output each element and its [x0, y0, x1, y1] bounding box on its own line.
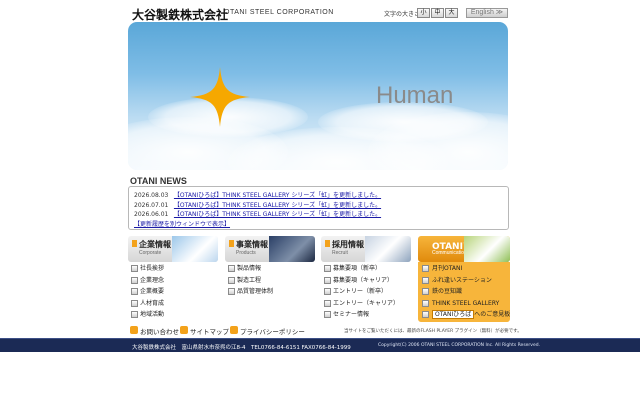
menu-item[interactable]: 企業理念 — [130, 276, 164, 288]
news-date: 2026.08.03 — [134, 192, 169, 199]
products-menu: 製品情報 製造工程 品質管理体制 — [227, 264, 273, 299]
square-bullet-icon — [324, 276, 331, 284]
news-item: 2026.07.01 【OTANIひろば】THINK STEEL GALLERY… — [134, 200, 381, 209]
news-heading: OTANI NEWS — [130, 176, 187, 186]
recruit-menu: 募集要項（新卒） 募集要項（キャリア） エントリー（新卒） エントリー（キャリア… — [323, 264, 399, 322]
company-english-name: OTANI STEEL CORPORATION — [224, 9, 334, 16]
square-bullet-icon — [324, 265, 331, 272]
news-link[interactable]: 【OTANIひろば】THINK STEEL GALLERY シリーズ「虹」を更新… — [174, 192, 381, 199]
menu-item[interactable]: 人材育成 — [130, 299, 164, 311]
news-link[interactable]: 【OTANIひろば】THINK STEEL GALLERY シリーズ「虹」を更新… — [174, 211, 381, 218]
news-item: 2026.06.01 【OTANIひろば】THINK STEEL GALLERY… — [134, 209, 381, 218]
panel-photo — [365, 236, 411, 262]
menu-item[interactable]: 製品情報 — [227, 264, 273, 276]
square-bullet-icon — [422, 299, 429, 307]
panel-recruit-header[interactable]: 採用情報 Recruit — [321, 236, 411, 262]
site-header: 大谷製鉄株式会社 OTANI STEEL CORPORATION 文字の大きさ … — [130, 6, 510, 22]
hero-caption: Human — [376, 82, 454, 109]
square-bullet-icon — [131, 311, 138, 318]
menu-item[interactable]: 品質管理体制 — [227, 287, 273, 299]
square-bullet-icon — [324, 311, 331, 318]
panel-subtitle: Recruit — [332, 250, 348, 256]
square-bullet-icon — [422, 311, 429, 318]
orange-tab-icon — [229, 240, 234, 247]
square-bullet-icon — [422, 265, 429, 272]
square-bullet-icon — [228, 276, 235, 284]
sitemap-link[interactable]: サイトマップ — [180, 326, 229, 336]
menu-item[interactable]: エントリー（キャリア） — [323, 299, 399, 311]
square-bullet-icon — [131, 299, 138, 307]
highlight-label: OTANIひろば — [432, 310, 475, 319]
orange-tab-icon — [325, 240, 330, 247]
square-bullet-icon — [422, 288, 429, 295]
panel-title: 事業情報 — [236, 240, 268, 249]
contact-link[interactable]: お問い合わせ — [130, 326, 179, 336]
panel-subtitle: Products — [236, 250, 256, 256]
menu-item[interactable]: THINK STEEL GALLERY — [418, 299, 510, 311]
copyright: Copyright(C) 2006 OTANI STEEL CORPORATIO… — [378, 343, 541, 348]
panel-title: 採用情報 — [332, 240, 364, 249]
opinion-board-item[interactable]: OTANIひろば へのご意見板 — [418, 310, 510, 322]
news-item: 2026.08.03 【OTANIひろば】THINK STEEL GALLERY… — [134, 190, 381, 199]
menu-item[interactable]: 製造工程 — [227, 276, 273, 288]
menu-item[interactable]: 社長挨拶 — [130, 264, 164, 276]
panel-corporate-header[interactable]: 企業情報 Corporate — [128, 236, 218, 262]
english-site-button[interactable]: English ≫ — [466, 8, 508, 18]
flash-player-note: 当サイトをご覧いただくには、最新のFLASH PLAYER プラグイン（無料）が… — [344, 329, 522, 334]
opinion-board-label: へのご意見板 — [474, 311, 511, 318]
square-bullet-icon — [228, 288, 235, 295]
panel-subtitle: Corporate — [139, 250, 162, 256]
square-bullet-icon — [131, 276, 138, 284]
news-date: 2026.07.01 — [134, 202, 169, 209]
news-link[interactable]: 【OTANIひろば】THINK STEEL GALLERY シリーズ「虹」を更新… — [174, 202, 381, 209]
panel-title: 企業情報 — [139, 240, 171, 249]
square-bullet-icon — [131, 288, 138, 295]
menu-item[interactable]: 企業概要 — [130, 287, 164, 299]
font-size-label: 文字の大きさ — [384, 11, 421, 18]
menu-item[interactable]: 募集要項（新卒） — [323, 264, 399, 276]
menu-item[interactable]: 地域活動 — [130, 310, 164, 322]
font-size-large-button[interactable]: 大 — [445, 8, 458, 18]
panel-communication-header[interactable]: OTANIひろば Communication — [418, 236, 510, 262]
square-bullet-icon — [324, 299, 331, 307]
corporate-menu: 社長挨拶 企業理念 企業概要 人材育成 地域活動 — [130, 264, 164, 322]
company-logo[interactable]: 大谷製鉄株式会社 — [132, 6, 228, 23]
sitemap-icon — [180, 326, 188, 334]
menu-item[interactable]: セミナー情報 — [323, 310, 399, 322]
menu-item[interactable]: 鉄の豆知識 — [418, 287, 510, 299]
panel-products-header[interactable]: 事業情報 Products — [225, 236, 315, 262]
privacy-icon — [230, 326, 238, 334]
square-bullet-icon — [324, 288, 331, 295]
communication-menu: 月刊OTANI ふれ逢いステーション 鉄の豆知識 THINK STEEL GAL… — [418, 262, 510, 322]
menu-item[interactable]: 月刊OTANI — [418, 264, 510, 276]
panel-photo — [464, 236, 510, 262]
footer-bar: 大谷製鉄株式会社 富山県射水市奈呉の江8-4 TEL0766-84-6151 F… — [0, 338, 640, 352]
panel-photo — [269, 236, 315, 262]
hero-banner: Human — [128, 22, 508, 170]
font-size-medium-button[interactable]: 中 — [431, 8, 444, 18]
panel-photo — [172, 236, 218, 262]
mail-icon — [130, 326, 138, 334]
footer-links: お問い合わせ サイトマップ プライバシーポリシー 当サイトをご覧いただくには、最… — [128, 326, 522, 336]
font-size-small-button[interactable]: 小 — [417, 8, 430, 18]
news-list: 2026.08.03 【OTANIひろば】THINK STEEL GALLERY… — [128, 186, 509, 230]
privacy-link[interactable]: プライバシーポリシー — [230, 326, 305, 336]
menu-item[interactable]: 募集要項（キャリア） — [323, 276, 399, 288]
orange-tab-icon — [132, 240, 137, 247]
square-bullet-icon — [228, 265, 235, 272]
menu-item[interactable]: ふれ逢いステーション — [418, 276, 510, 288]
menu-item[interactable]: エントリー（新卒） — [323, 287, 399, 299]
square-bullet-icon — [422, 276, 429, 284]
square-bullet-icon — [131, 265, 138, 272]
news-history-link[interactable]: 【更新履歴を別ウィンドウで表示】 — [134, 219, 230, 228]
company-address: 大谷製鉄株式会社 富山県射水市奈呉の江8-4 TEL0766-84-6151 F… — [132, 345, 351, 351]
news-date: 2026.06.01 — [134, 211, 169, 218]
star-icon — [190, 67, 250, 127]
panel-subtitle: Communication — [432, 250, 467, 256]
